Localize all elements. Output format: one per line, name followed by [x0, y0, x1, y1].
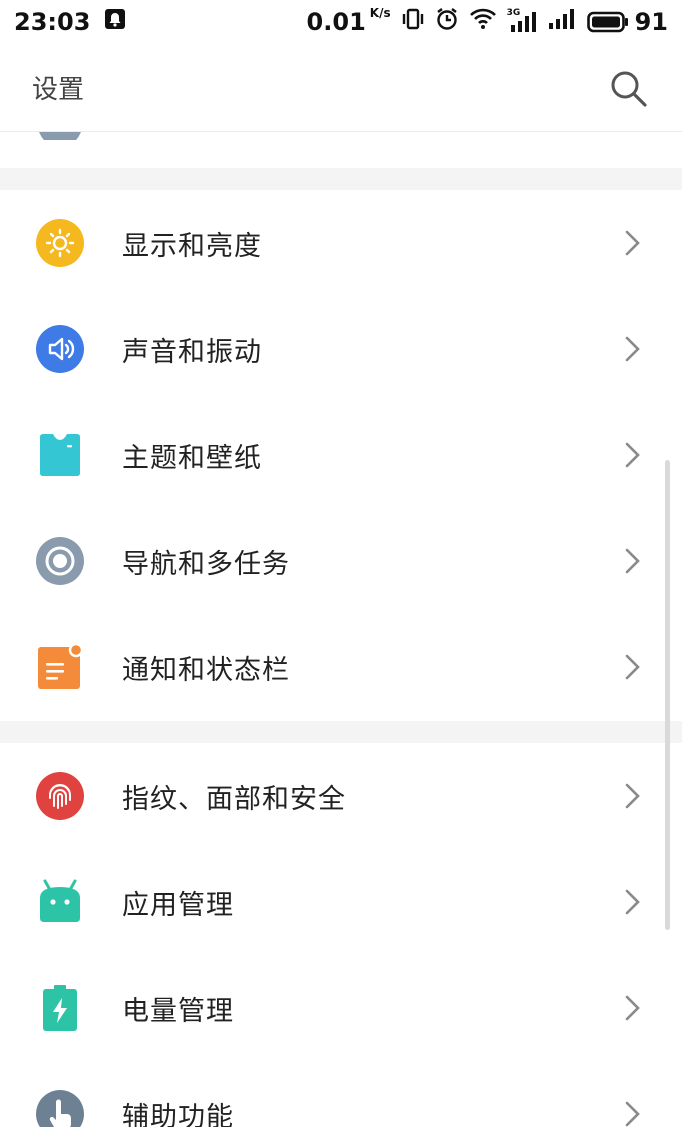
- chevron-right-icon: [625, 889, 640, 915]
- settings-item-label: 声音和振动: [122, 336, 262, 368]
- chevron-right-icon: [625, 654, 640, 680]
- chevron-right-icon: [625, 548, 640, 574]
- vibrate-icon: [401, 8, 425, 36]
- settings-item-label: 辅助功能: [122, 1101, 234, 1127]
- signal-3g-icon: 3G: [507, 8, 537, 34]
- settings-item-accessibility[interactable]: 辅助功能: [0, 1061, 682, 1127]
- signal-icon: [547, 7, 577, 37]
- chevron-right-icon: [625, 442, 640, 468]
- page-title: 设置: [32, 75, 85, 105]
- settings-item-label: 电量管理: [122, 995, 234, 1027]
- settings-item-label: 导航和多任务: [122, 548, 290, 580]
- settings-item-label: 指纹、面部和安全: [122, 783, 346, 815]
- sun-icon: [36, 219, 84, 267]
- alarm-icon: [435, 7, 459, 37]
- chevron-right-icon: [625, 995, 640, 1021]
- settings-item-battery[interactable]: 电量管理: [0, 955, 682, 1061]
- wifi-icon: [469, 8, 497, 36]
- battery: 91: [586, 8, 668, 36]
- settings-item-label: 通知和状态栏: [122, 654, 290, 686]
- settings-item-navigation[interactable]: 导航和多任务: [0, 508, 682, 614]
- settings-item-theme[interactable]: 主题和壁纸: [0, 402, 682, 508]
- settings-item-label: 显示和亮度: [122, 230, 262, 262]
- settings-item-apps[interactable]: 应用管理: [0, 849, 682, 955]
- status-bar: 23:03 0.01 K/s 3G 91: [0, 0, 682, 44]
- settings-item-label: 主题和壁纸: [122, 442, 262, 474]
- chevron-right-icon: [625, 1101, 640, 1127]
- battery-level: 91: [634, 8, 668, 36]
- chevron-right-icon: [625, 230, 640, 256]
- header: 设置: [0, 44, 682, 132]
- fingerprint-icon: [36, 772, 84, 820]
- navigation-ring-icon: [36, 537, 84, 585]
- settings-item-display[interactable]: 显示和亮度: [0, 190, 682, 296]
- net-speed-unit: K/s: [369, 6, 391, 20]
- settings-item-sound[interactable]: 声音和振动: [0, 296, 682, 402]
- section-divider: [0, 721, 682, 743]
- status-time: 23:03: [14, 8, 91, 36]
- settings-item-label: 应用管理: [122, 889, 234, 921]
- settings-section-1: 显示和亮度 声音和振动 主题和壁纸 导航和多任务 通知和状态栏: [0, 190, 682, 720]
- battery-bolt-icon: [36, 984, 84, 1032]
- hand-icon: [36, 1090, 84, 1127]
- search-button[interactable]: [606, 66, 650, 110]
- settings-item-security[interactable]: 指纹、面部和安全: [0, 743, 682, 849]
- settings-section-2: 指纹、面部和安全 应用管理 电量管理 辅助功能: [0, 743, 682, 1127]
- battery-icon: [586, 11, 628, 33]
- notification-icon: [36, 643, 84, 691]
- shirt-icon: [36, 431, 84, 479]
- chevron-right-icon: [625, 336, 640, 362]
- section-divider: [0, 168, 682, 190]
- previous-item-icon: [38, 132, 82, 140]
- search-icon: [611, 71, 647, 107]
- settings-screen: 23:03 0.01 K/s 3G 91 设置 显示和亮度 声音和振动 主题和壁…: [0, 0, 682, 1127]
- net-speed: 0.01 K/s: [306, 6, 391, 36]
- notification-bell-icon: [104, 8, 126, 36]
- speaker-icon: [36, 325, 84, 373]
- settings-item-notifications[interactable]: 通知和状态栏: [0, 614, 682, 720]
- chevron-right-icon: [625, 783, 640, 809]
- net-speed-value: 0.01: [306, 8, 366, 36]
- scrollbar[interactable]: [665, 460, 670, 930]
- android-icon: [36, 878, 84, 926]
